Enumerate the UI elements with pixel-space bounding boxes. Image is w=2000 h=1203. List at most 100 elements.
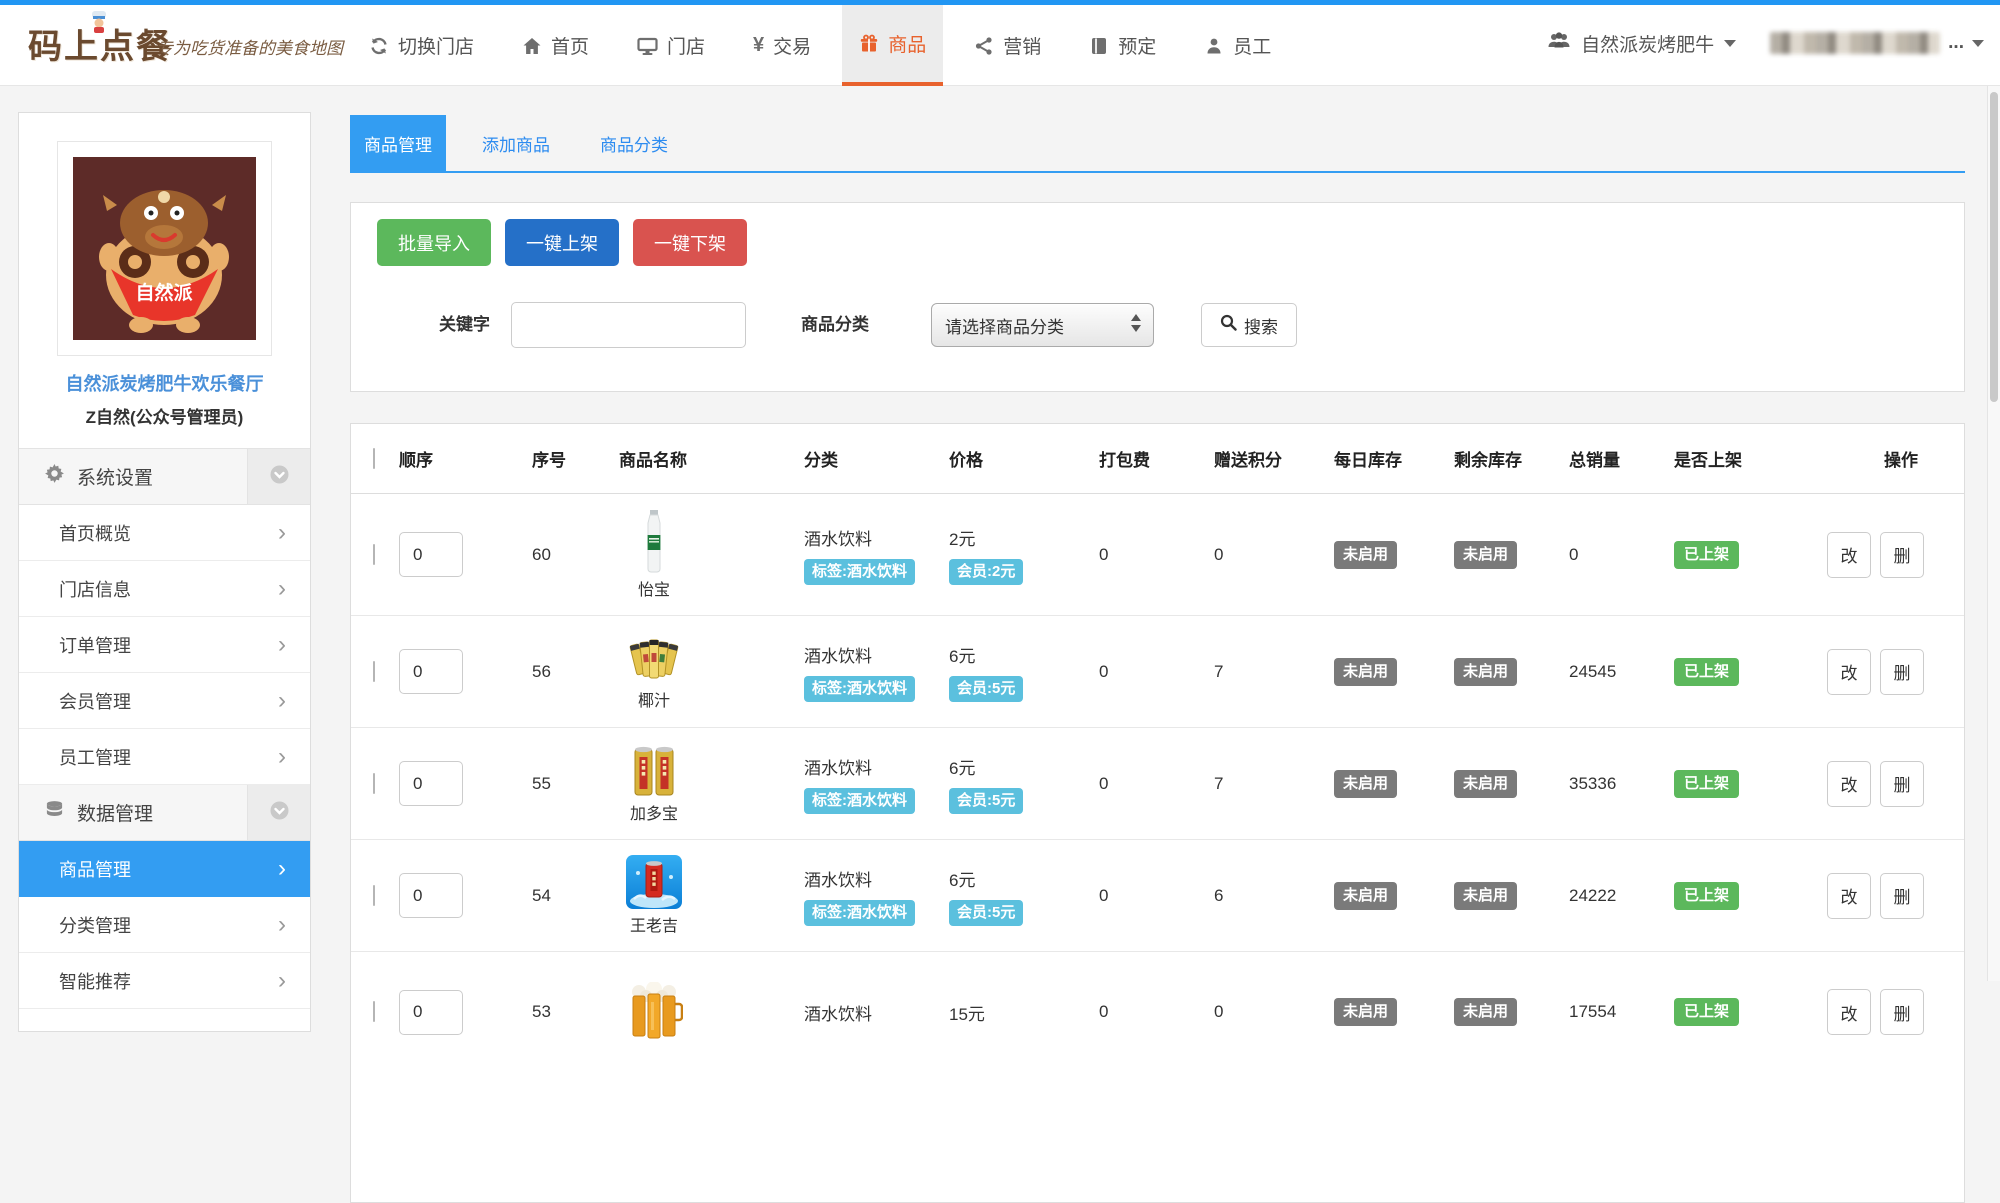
sales-value: 0 — [1569, 545, 1674, 565]
account-ellipsis: ... — [1948, 32, 1964, 54]
order-input[interactable] — [399, 873, 463, 918]
edit-button[interactable]: 改 — [1827, 989, 1871, 1035]
item-label: 分类管理 — [59, 912, 131, 938]
price-value: 6元 — [949, 642, 1099, 667]
delete-button[interactable]: 删 — [1880, 761, 1924, 807]
product-image-red-can-tile — [626, 855, 682, 909]
remain-stock-badge: 未启用 — [1454, 770, 1517, 798]
nav-item-switch-store[interactable]: 切换门店 — [352, 5, 491, 86]
order-input[interactable] — [399, 649, 463, 694]
chevron-down-icon — [1724, 40, 1736, 47]
seq-value: 55 — [532, 774, 619, 794]
points-value: 7 — [1214, 662, 1334, 682]
category-value: 酒水饮料 — [804, 1000, 949, 1025]
order-input[interactable] — [399, 532, 463, 577]
nav-item-reservations[interactable]: 预定 — [1072, 5, 1173, 86]
delete-button[interactable]: 删 — [1880, 649, 1924, 695]
chevron-right-icon: › — [278, 913, 286, 937]
sidebar-item-product-management[interactable]: 商品管理› — [19, 841, 310, 897]
refresh-icon — [369, 36, 389, 56]
col-header-pack-fee: 打包费 — [1099, 446, 1214, 471]
delete-button[interactable]: 删 — [1880, 873, 1924, 919]
tag-badge: 标签:酒水饮料 — [804, 788, 915, 814]
sidebar-item-store-info[interactable]: 门店信息› — [19, 561, 310, 617]
tab-product-management[interactable]: 商品管理 — [350, 115, 446, 171]
nav-item-transactions[interactable]: ¥ 交易 — [736, 5, 828, 86]
blurred-account-name — [1770, 32, 1940, 54]
row-checkbox[interactable] — [373, 885, 375, 906]
table-row: 53 酒水饮料 15元 0 — [351, 952, 1964, 1072]
users-icon — [1547, 30, 1571, 56]
nav-item-products[interactable]: 商品 — [842, 5, 943, 86]
account-dropdown[interactable]: ... — [1770, 32, 1984, 54]
section-label: 系统设置 — [77, 463, 153, 490]
shop-switcher-dropdown[interactable]: 自然派炭烤肥牛 — [1547, 30, 1736, 57]
row-checkbox[interactable] — [373, 544, 375, 565]
order-input[interactable] — [399, 761, 463, 806]
daily-stock-badge: 未启用 — [1334, 770, 1397, 798]
col-header-status: 是否上架 — [1674, 446, 1814, 471]
sidebar-item-order-management[interactable]: 订单管理› — [19, 617, 310, 673]
scrollbar-thumb[interactable] — [1990, 92, 1998, 402]
delete-button[interactable]: 删 — [1880, 989, 1924, 1035]
keyword-input[interactable] — [511, 302, 746, 348]
row-checkbox[interactable] — [373, 661, 375, 682]
category-select[interactable]: 请选择商品分类 — [931, 303, 1154, 347]
nav-item-store[interactable]: 门店 — [620, 5, 722, 86]
section-label: 数据管理 — [77, 799, 153, 826]
member-price-badge: 会员:2元 — [949, 559, 1023, 585]
svg-text:自然派: 自然派 — [135, 281, 193, 304]
sidebar-item-home-overview[interactable]: 首页概览› — [19, 505, 310, 561]
top-navbar: 码上点餐 专为吃货准备的美食地图 切换门店 首页 — [0, 0, 2000, 86]
chevron-right-icon: › — [278, 857, 286, 881]
page-scrollbar[interactable] — [1987, 86, 2000, 981]
sidebar-section-label[interactable]: 系统设置 — [19, 449, 248, 504]
sidebar-section-label[interactable]: 数据管理 — [19, 785, 248, 840]
edit-button[interactable]: 改 — [1827, 649, 1871, 695]
bulk-import-button[interactable]: 批量导入 — [377, 219, 491, 266]
sidebar-item-member-management[interactable]: 会员管理› — [19, 673, 310, 729]
tag-badge: 标签:酒水饮料 — [804, 559, 915, 585]
shelf-all-on-button[interactable]: 一键上架 — [505, 219, 619, 266]
section-collapse-toggle[interactable] — [248, 785, 310, 840]
tag-badge: 标签:酒水饮料 — [804, 900, 915, 926]
sidebar-section-data-management: 数据管理 — [19, 785, 310, 841]
tab-product-category[interactable]: 商品分类 — [586, 115, 682, 171]
select-all-checkbox[interactable] — [373, 448, 375, 469]
category-value: 酒水饮料 — [804, 525, 949, 550]
nav-item-staff[interactable]: 员工 — [1187, 5, 1288, 86]
order-input[interactable] — [399, 990, 463, 1035]
points-value: 0 — [1214, 545, 1334, 565]
edit-button[interactable]: 改 — [1827, 873, 1871, 919]
circle-chevron-down-icon — [270, 465, 289, 489]
shelf-all-off-button[interactable]: 一键下架 — [633, 219, 747, 266]
member-price-badge: 会员:5元 — [949, 676, 1023, 702]
section-collapse-toggle[interactable] — [248, 449, 310, 504]
status-badge: 已上架 — [1674, 658, 1739, 686]
col-header-order: 顺序 — [399, 446, 532, 471]
item-label: 会员管理 — [59, 688, 131, 714]
sidebar-item-staff-management[interactable]: 员工管理› — [19, 729, 310, 785]
nav-item-marketing[interactable]: 营销 — [957, 5, 1058, 86]
row-checkbox[interactable] — [373, 1001, 375, 1022]
sidebar-item-category-management[interactable]: 分类管理 › — [19, 897, 310, 953]
search-button[interactable]: 搜索 — [1201, 303, 1297, 347]
chevron-right-icon: › — [278, 577, 286, 601]
category-label: 商品分类 — [801, 302, 869, 348]
shop-name-link[interactable]: 自然派炭烤肥牛欢乐餐厅 — [19, 370, 310, 396]
nav-item-home[interactable]: 首页 — [505, 5, 606, 86]
row-checkbox[interactable] — [373, 773, 375, 794]
delete-button[interactable]: 删 — [1880, 532, 1924, 578]
col-header-price: 价格 — [949, 446, 1099, 471]
app-logo[interactable]: 码上点餐 专为吃货准备的美食地图 — [28, 18, 172, 76]
tab-add-product[interactable]: 添加商品 — [468, 115, 564, 171]
filter-panel: 批量导入 一键上架 一键下架 关键字 商品分类 请选择商品分类 搜索 — [350, 202, 1965, 392]
price-value: 2元 — [949, 525, 1099, 550]
sidebar-item-smart-recommend[interactable]: 智能推荐› — [19, 953, 310, 1009]
price-value: 6元 — [949, 754, 1099, 779]
edit-button[interactable]: 改 — [1827, 761, 1871, 807]
status-badge: 已上架 — [1674, 770, 1739, 798]
pack-fee-value: 0 — [1099, 662, 1214, 682]
home-icon — [522, 36, 542, 56]
edit-button[interactable]: 改 — [1827, 532, 1871, 578]
